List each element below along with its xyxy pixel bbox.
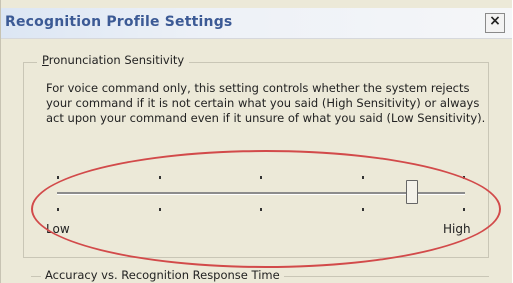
slider-tick-bottom — [260, 208, 262, 211]
close-icon[interactable]: × — [486, 13, 504, 29]
close-button[interactable]: × — [485, 13, 505, 33]
pronunciation-sensitivity-legend: Pronunciation Sensitivity — [37, 53, 190, 67]
accuracy-response-legend: Accuracy vs. Recognition Response Time — [41, 268, 284, 282]
legend-mnemonic: P — [42, 53, 49, 67]
slider-tick-top — [158, 176, 161, 179]
slider-tick-top — [463, 176, 465, 179]
sensitivity-slider[interactable] — [55, 170, 469, 220]
slider-tick-top — [361, 176, 364, 179]
slider-track[interactable] — [57, 192, 465, 195]
slider-tick-top — [260, 176, 262, 179]
settings-window: Recognition Profile Settings × Pronuncia… — [0, 0, 512, 283]
slider-min-label: Low — [46, 222, 70, 236]
slider-max-label: High — [443, 222, 471, 236]
slider-tick-bottom — [158, 208, 161, 211]
window-title: Recognition Profile Settings — [5, 14, 233, 30]
slider-tick-bottom — [361, 208, 364, 211]
legend-text: ronunciation Sensitivity — [48, 53, 185, 67]
sensitivity-description: For voice command only, this setting con… — [46, 81, 486, 125]
slider-tick-bottom — [57, 208, 59, 211]
slider-thumb[interactable] — [406, 180, 419, 204]
slider-tick-bottom — [463, 208, 465, 211]
title-bar[interactable]: Recognition Profile Settings × — [1, 8, 512, 39]
slider-tick-top — [57, 176, 59, 179]
